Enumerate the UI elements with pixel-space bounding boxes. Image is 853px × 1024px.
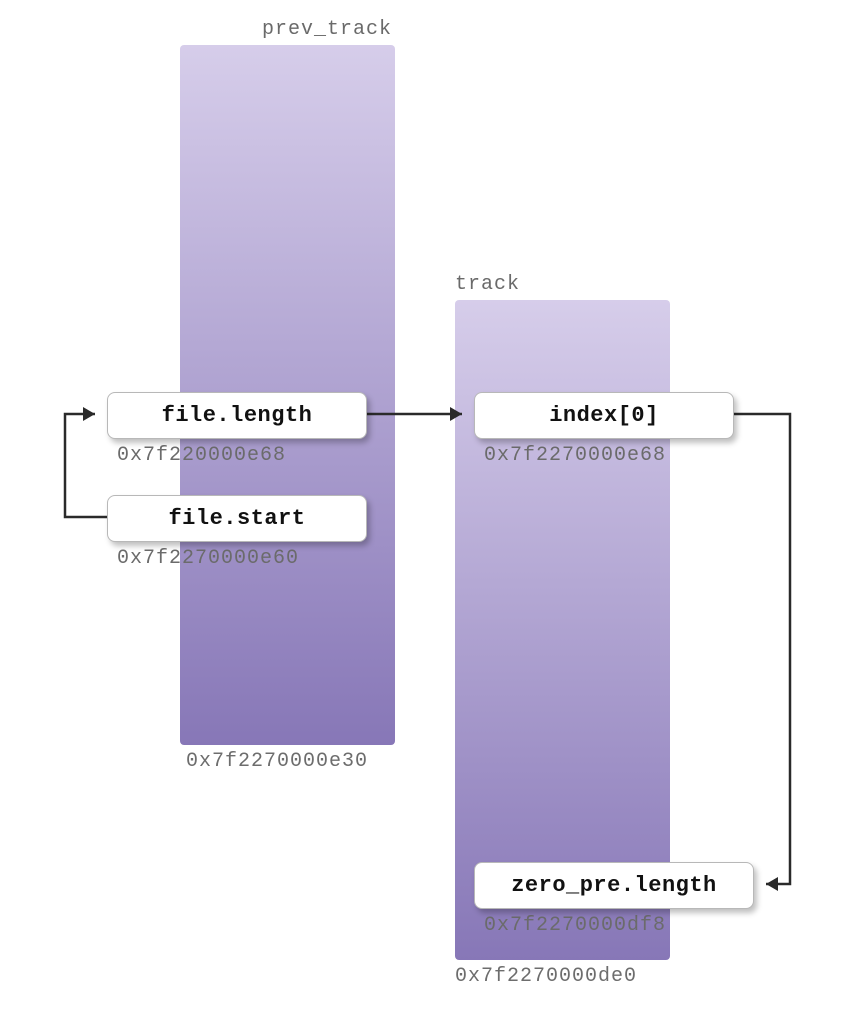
- file-length-node: file.length: [107, 392, 367, 439]
- track-bottom-addr: 0x7f2270000de0: [455, 965, 637, 988]
- file-start-node: file.start: [107, 495, 367, 542]
- track-label: track: [455, 273, 520, 296]
- zero-pre-length-label: zero_pre.length: [511, 873, 717, 898]
- index0-node: index[0]: [474, 392, 734, 439]
- arrow-index0-to-zero-pre: [734, 414, 790, 884]
- index0-label: index[0]: [549, 403, 659, 428]
- file-start-label: file.start: [168, 506, 305, 531]
- file-start-addr: 0x7f2270000e60: [117, 547, 299, 570]
- arrow-file-start-to-file-length: [65, 414, 107, 517]
- zero-pre-length-addr: 0x7f2270000df8: [484, 914, 666, 937]
- prev-track-bottom-addr: 0x7f2270000e30: [186, 750, 368, 773]
- file-length-label: file.length: [162, 403, 313, 428]
- file-length-addr: 0x7f220000e68: [117, 444, 286, 467]
- prev-track-label: prev_track: [262, 18, 392, 41]
- zero-pre-length-node: zero_pre.length: [474, 862, 754, 909]
- arrow-head-zero-pre: [766, 877, 778, 891]
- index0-addr: 0x7f2270000e68: [484, 444, 666, 467]
- arrow-head-file-length: [83, 407, 95, 421]
